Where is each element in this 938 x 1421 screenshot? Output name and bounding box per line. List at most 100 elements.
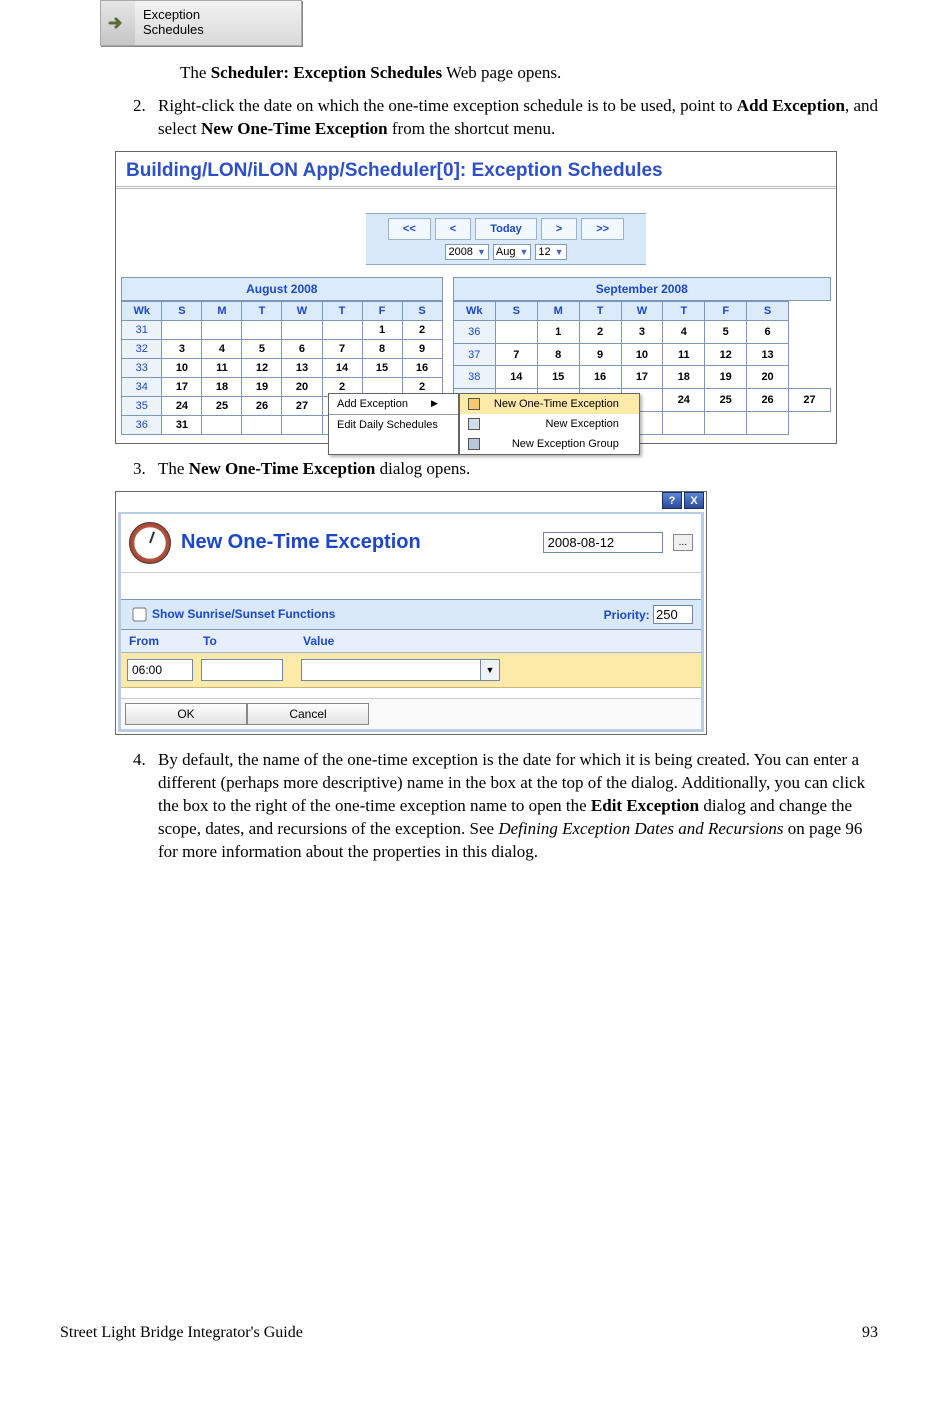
calendar-cell[interactable]: 27 (789, 389, 831, 412)
month-select[interactable]: Aug▼ (493, 244, 532, 260)
calendar-nav: << < Today > >> 2008▼ Aug▼ 12▼ (366, 213, 646, 265)
calendar-cell[interactable] (747, 412, 789, 435)
calendar-cell[interactable] (242, 415, 282, 434)
context-menu[interactable]: Add Exception▶ Edit Daily Schedules (328, 393, 459, 455)
calendar-cell[interactable]: 20 (747, 366, 789, 389)
calendar-cell[interactable]: 7 (322, 339, 362, 358)
nav-next-button[interactable]: > (541, 218, 577, 240)
date-input[interactable] (543, 532, 663, 553)
show-sunrise-input[interactable] (132, 607, 146, 621)
from-input[interactable] (127, 659, 193, 681)
nav-prev-button[interactable]: < (435, 218, 471, 240)
calendar-cell[interactable]: 4 (202, 339, 242, 358)
to-input[interactable] (201, 659, 283, 681)
show-sunrise-checkbox[interactable]: Show Sunrise/Sunset Functions (129, 605, 335, 624)
submenu-new-exception-group[interactable]: New Exception Group (460, 434, 639, 454)
calendar-cell[interactable]: 6 (282, 339, 322, 358)
calendar-cell[interactable]: 14 (495, 366, 537, 389)
calendar-cell[interactable]: 15 (362, 358, 402, 377)
calendar-cell[interactable]: 2 (402, 320, 442, 339)
calendar-cell[interactable]: 11 (663, 343, 705, 366)
calendar-cell[interactable]: 12 (242, 358, 282, 377)
exception-schedules-button[interactable]: ExceptionSchedules (100, 0, 302, 46)
calendar-cell[interactable]: 10 (162, 358, 202, 377)
calendar-cell[interactable]: 6 (747, 320, 789, 343)
value-input[interactable] (301, 659, 480, 681)
calendar-cell[interactable]: 5 (705, 320, 747, 343)
nav-first-button[interactable]: << (388, 218, 431, 240)
calendar-cell[interactable]: 11 (202, 358, 242, 377)
calendar-cell[interactable]: 25 (705, 389, 747, 412)
calendar-cell[interactable] (162, 320, 202, 339)
year-select[interactable]: 2008▼ (445, 244, 488, 260)
calendar-cell[interactable]: 3 (621, 320, 663, 343)
calendar-cell[interactable]: 27 (282, 396, 322, 415)
col-to: To (203, 634, 303, 648)
date-picker-button[interactable]: ... (673, 534, 693, 551)
ok-button[interactable]: OK (125, 703, 247, 725)
calendar-cell[interactable] (202, 415, 242, 434)
calendar-cell[interactable]: 9 (402, 339, 442, 358)
calendar-cell[interactable]: 18 (202, 377, 242, 396)
submenu-new-exception[interactable]: New Exception (460, 414, 639, 434)
calendar-cell[interactable]: 12 (705, 343, 747, 366)
calendar-cell[interactable]: 13 (747, 343, 789, 366)
day-select[interactable]: 12▼ (535, 244, 566, 260)
calendar-cell[interactable]: 31 (162, 415, 202, 434)
calendar-cell[interactable]: 24 (162, 396, 202, 415)
calendar-cell[interactable]: 16 (402, 358, 442, 377)
calendar-cell[interactable]: 1 (537, 320, 579, 343)
calendar-cell[interactable]: 20 (282, 377, 322, 396)
help-button[interactable]: ? (662, 492, 682, 509)
cancel-button[interactable]: Cancel (247, 703, 369, 725)
calendar-cell[interactable]: 19 (242, 377, 282, 396)
calendar-cell[interactable]: 9 (579, 343, 621, 366)
calendar-cell[interactable]: 14 (322, 358, 362, 377)
calendar-cell[interactable]: 26 (747, 389, 789, 412)
calendar-cell[interactable]: 24 (663, 389, 705, 412)
calendar-cell[interactable]: 10 (621, 343, 663, 366)
calendar-cell[interactable]: 15 (537, 366, 579, 389)
menu-add-exception[interactable]: Add Exception▶ (329, 394, 458, 415)
calendar-cell[interactable]: 13 (282, 358, 322, 377)
calendar-cell[interactable]: 19 (705, 366, 747, 389)
calendar-cell[interactable]: 26 (242, 396, 282, 415)
calendar-cell[interactable]: 2 (579, 320, 621, 343)
calendar-cell[interactable] (202, 320, 242, 339)
calendar-cell[interactable]: 25 (202, 396, 242, 415)
scheduler-screenshot: Building/LON/iLON App/Scheduler[0]: Exce… (115, 151, 837, 444)
submenu-new-one-time-exception[interactable]: New One-Time Exception (460, 394, 639, 414)
priority-label: Priority: (604, 608, 650, 622)
calendar-cell[interactable]: 5 (242, 339, 282, 358)
calendar-cell: 38 (453, 366, 495, 389)
value-dropdown-button[interactable]: ▼ (480, 659, 500, 681)
calendar-cell[interactable] (282, 415, 322, 434)
calendar-cell[interactable] (242, 320, 282, 339)
calendar-cell[interactable]: 17 (621, 366, 663, 389)
calendar-cell[interactable]: 4 (663, 320, 705, 343)
col-from: From (129, 634, 203, 648)
nav-last-button[interactable]: >> (581, 218, 624, 240)
calendar-cell[interactable] (282, 320, 322, 339)
calendar-cell[interactable]: 18 (663, 366, 705, 389)
close-button[interactable]: X (684, 492, 704, 509)
calendar-cell[interactable] (495, 320, 537, 343)
calendar-cell: 36 (122, 415, 162, 434)
clock-icon (129, 522, 171, 564)
calendar-cell[interactable]: 1 (362, 320, 402, 339)
scheduler-title: Building/LON/iLON App/Scheduler[0]: Exce… (116, 152, 836, 189)
calendar-cell: 37 (453, 343, 495, 366)
calendar-cell[interactable]: 8 (537, 343, 579, 366)
menu-edit-daily-schedules[interactable]: Edit Daily Schedules (329, 415, 458, 435)
calendar-cell[interactable] (705, 412, 747, 435)
calendar-cell[interactable] (663, 412, 705, 435)
calendar-cell[interactable]: 17 (162, 377, 202, 396)
calendar-cell[interactable]: 3 (162, 339, 202, 358)
calendar-cell[interactable]: 8 (362, 339, 402, 358)
priority-input[interactable] (653, 605, 693, 624)
calendar-cell[interactable] (322, 320, 362, 339)
calendar-cell[interactable]: 16 (579, 366, 621, 389)
calendar-cell[interactable]: 7 (495, 343, 537, 366)
context-submenu[interactable]: New One-Time Exception New Exception New… (459, 393, 640, 455)
nav-today-button[interactable]: Today (475, 218, 537, 240)
